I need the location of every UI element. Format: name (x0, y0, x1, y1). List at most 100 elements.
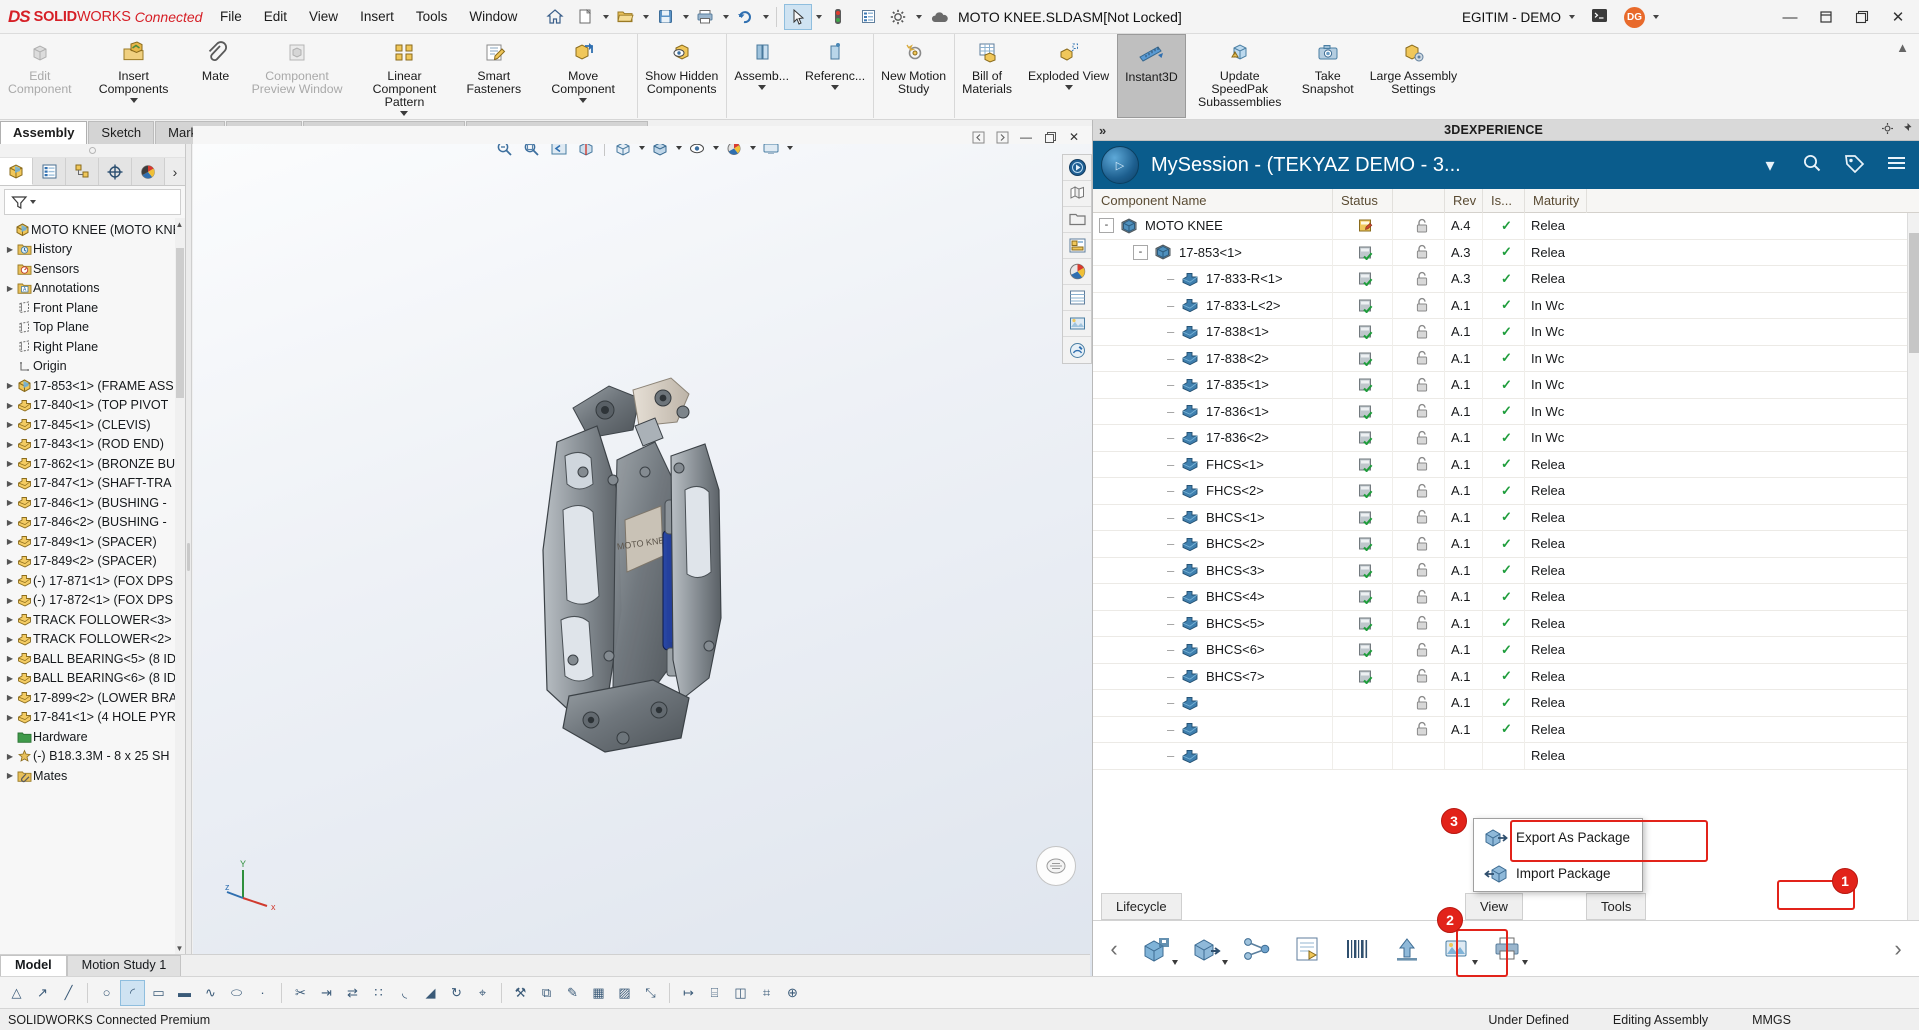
action-bar-next-chevron-right-icon[interactable]: › (1881, 926, 1915, 972)
magnified-selection-icon[interactable]: ⊕ (780, 980, 805, 1006)
hamburger-menu-icon[interactable] (1881, 154, 1911, 177)
assembly-features-dropdown-icon[interactable] (758, 85, 766, 90)
avatar-caret-icon[interactable] (1653, 15, 1659, 19)
maximize-button[interactable] (1845, 2, 1879, 32)
status-saved-icon[interactable] (1333, 292, 1393, 319)
rapid-sketch-icon[interactable]: ✎ (560, 980, 585, 1006)
row-expander-toggle[interactable]: - (1133, 245, 1148, 260)
moto-knee-3d-model[interactable]: MOTO KNEE (513, 360, 773, 760)
lock-open-icon[interactable] (1393, 610, 1445, 637)
status-saved-icon[interactable] (1333, 557, 1393, 584)
lock-open-icon[interactable] (1393, 504, 1445, 531)
component-table-row[interactable]: –17-836<2>A.1✓In Wc (1093, 425, 1919, 452)
component-name-cell[interactable]: –FHCS<1> (1093, 451, 1333, 478)
command-prompt-icon[interactable] (1591, 8, 1608, 26)
ribbon-large-assembly-settings[interactable]: Large Assembly Settings (1362, 34, 1466, 118)
component-table-row[interactable]: –17-835<1>A.1✓In Wc (1093, 372, 1919, 399)
component-name-cell[interactable]: – (1093, 743, 1333, 770)
circle-icon[interactable]: ○ (94, 980, 119, 1006)
chevron-down-icon[interactable]: ▾ (1755, 155, 1785, 176)
settings-icon[interactable] (1881, 122, 1894, 138)
column-header[interactable]: Rev (1445, 189, 1483, 213)
lock-open-icon[interactable] (1393, 451, 1445, 478)
display-states-icon[interactable] (1063, 285, 1091, 311)
point-icon[interactable]: · (250, 980, 275, 1006)
feature-tree-item[interactable]: ▶Mates (0, 766, 185, 786)
lock-open-icon[interactable] (1393, 637, 1445, 664)
select-caret-icon[interactable] (816, 15, 822, 19)
tree-expand-arrow-icon[interactable]: ▶ (4, 420, 16, 429)
view-orientation-dropdown-icon[interactable] (639, 146, 645, 150)
component-table-row[interactable]: –BHCS<3>A.1✓Relea (1093, 558, 1919, 585)
no-solve-move-icon[interactable]: ⤡ (638, 980, 663, 1006)
feature-manager-tab[interactable] (0, 158, 33, 185)
save-icon[interactable] (651, 4, 679, 30)
compare-button[interactable] (1283, 926, 1331, 972)
status-saved-icon[interactable] (1333, 610, 1393, 637)
scene-icon[interactable] (1063, 311, 1091, 337)
feature-tree-item[interactable]: ▶17-847<1> (SHAFT-TRA (0, 474, 185, 494)
ribbon-insert-components[interactable]: Insert Components (80, 34, 188, 118)
display-manager-tab[interactable] (132, 158, 165, 185)
offset-icon[interactable]: ⇥ (314, 980, 339, 1006)
ribbon-smart-fasteners[interactable]: Smart Fasteners (458, 34, 529, 118)
feature-tree-item[interactable]: Sensors (0, 259, 185, 279)
component-name-cell[interactable]: –BHCS<2> (1093, 531, 1333, 558)
component-name-cell[interactable]: – (1093, 690, 1333, 717)
save-to-3dexperience-button[interactable] (1133, 926, 1181, 972)
tree-expand-arrow-icon[interactable]: ▶ (4, 284, 16, 293)
search-icon[interactable] (1797, 153, 1827, 178)
upload-button[interactable] (1383, 926, 1431, 972)
tree-expand-arrow-icon[interactable]: ▶ (4, 401, 16, 410)
measure-icon[interactable]: ↦ (676, 980, 701, 1006)
component-table-row[interactable]: –17-838<2>A.1✓In Wc (1093, 346, 1919, 373)
tree-filter-box[interactable] (4, 189, 181, 215)
lock-open-icon[interactable] (1393, 743, 1445, 770)
ribbon-component-preview-window[interactable]: Component Preview Window (244, 34, 351, 118)
tab-sketch[interactable]: Sketch (88, 121, 154, 144)
feature-tree-item[interactable]: ▶TRACK FOLLOWER<2> ( (0, 630, 185, 650)
column-header[interactable]: Is... (1483, 189, 1525, 213)
feature-tree-item[interactable]: Top Plane (0, 318, 185, 338)
select-arrow-icon[interactable] (784, 4, 812, 30)
component-table-row[interactable]: –BHCS<6>A.1✓Relea (1093, 637, 1919, 664)
print-icon[interactable] (691, 4, 719, 30)
feature-tree-item[interactable]: ▶BALL BEARING<5> (8 ID (0, 649, 185, 669)
relations-icon[interactable]: ⌖ (470, 980, 495, 1006)
save-caret-icon[interactable] (683, 15, 689, 19)
component-name-cell[interactable]: –BHCS<4> (1093, 584, 1333, 611)
panel-grip-handle[interactable] (0, 144, 185, 158)
lock-open-icon[interactable] (1393, 425, 1445, 452)
configuration-manager-tab[interactable] (66, 158, 99, 185)
traffic-light-icon[interactable] (824, 4, 852, 30)
tree-expand-arrow-icon[interactable]: ▶ (4, 693, 16, 702)
more-tabs-chevron-right-icon[interactable]: › (165, 158, 185, 185)
row-expander-toggle[interactable]: - (1099, 218, 1114, 233)
line-icon[interactable]: ╱ (56, 980, 81, 1006)
component-table-row[interactable]: –17-838<1>A.1✓In Wc (1093, 319, 1919, 346)
pill-lifecycle[interactable]: Lifecycle (1101, 893, 1182, 920)
action-bar-prev-chevron-left-icon[interactable]: ‹ (1097, 926, 1131, 972)
tenant-selector[interactable]: EGITIM - DEMO DG (1462, 0, 1659, 34)
lock-open-icon[interactable] (1393, 345, 1445, 372)
component-table-row[interactable]: –BHCS<7>A.1✓Relea (1093, 664, 1919, 691)
open-caret-icon[interactable] (643, 15, 649, 19)
ribbon-assembly-features[interactable]: Assemb... (726, 34, 797, 118)
zoom-to-area-icon[interactable] (520, 144, 544, 159)
repair-sketch-icon[interactable]: ⚒ (508, 980, 533, 1006)
home-icon[interactable] (541, 4, 569, 30)
tree-expand-arrow-icon[interactable]: ▶ (4, 654, 16, 663)
hide-show-icon[interactable] (685, 144, 709, 159)
component-table-scrollbar[interactable] (1907, 213, 1919, 920)
ribbon-new-motion-study[interactable]: New Motion Study (873, 34, 954, 118)
feature-tree-item[interactable]: ▶17-841<1> (4 HOLE PYR (0, 708, 185, 728)
chevron-double-right-icon[interactable]: » (1099, 123, 1106, 138)
lock-open-icon[interactable] (1393, 213, 1445, 239)
feature-tree-item[interactable]: Right Plane (0, 337, 185, 357)
relations-button[interactable] (1233, 926, 1281, 972)
status-cell[interactable] (1333, 743, 1393, 770)
chamfer-icon[interactable]: ◢ (418, 980, 443, 1006)
ribbon-linear-component-pattern[interactable]: Linear Component Pattern (350, 34, 458, 118)
component-name-cell[interactable]: –17-833-L<2> (1093, 292, 1333, 319)
feature-tree-item[interactable]: ▶(-) 17-872<1> (FOX DPS (0, 591, 185, 611)
